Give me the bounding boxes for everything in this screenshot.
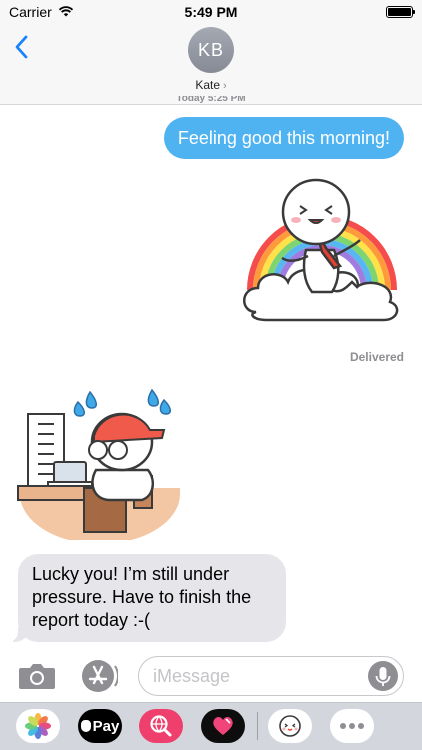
message-timestamp: Today 5:25 PM (176, 96, 246, 104)
photos-icon[interactable] (16, 709, 60, 743)
incoming-message-bubble[interactable]: Lucky you! I’m still under pressure. Hav… (8, 554, 286, 642)
delivery-status: Delivered (349, 350, 404, 364)
working-sticker[interactable] (14, 384, 186, 540)
drawer-divider (257, 712, 258, 740)
ellipsis-icon (340, 723, 364, 729)
sweat-drops-icon (73, 388, 171, 417)
contact-avatar[interactable]: KB (188, 27, 234, 73)
apple-pay-label: Pay (92, 717, 120, 735)
laptop-image (47, 461, 93, 487)
chevron-right-icon: › (223, 80, 227, 92)
status-time: 5:49 PM (184, 4, 238, 20)
photos-flower-icon (25, 713, 51, 739)
contact-name-button[interactable]: Kate › (0, 78, 422, 92)
conversation-header: KB Kate › (0, 24, 422, 105)
status-bar: Carrier 5:49 PM (0, 0, 422, 24)
contact-name: Kate (195, 78, 220, 92)
chevron-left-icon[interactable] (12, 34, 32, 60)
microphone-icon (375, 667, 391, 686)
digital-touch-heart-icon[interactable] (201, 709, 245, 743)
rainbow-sticker[interactable] (236, 170, 408, 330)
apple-pay-icon[interactable]: Pay (78, 709, 122, 743)
apple-logo-icon (80, 720, 91, 732)
message-input-bar (0, 650, 422, 702)
globe-search-icon (150, 715, 172, 737)
battery-icon (386, 6, 415, 18)
app-drawer: Pay (0, 702, 422, 750)
camera-icon[interactable] (18, 662, 56, 690)
sticker-pack-icon[interactable] (268, 709, 312, 743)
app-store-icon[interactable] (78, 658, 118, 694)
outgoing-message-bubble[interactable]: Feeling good this morning! (163, 117, 404, 159)
image-search-icon[interactable] (139, 709, 183, 743)
heart-icon (213, 717, 233, 735)
more-apps-icon[interactable] (330, 709, 374, 743)
messages-screen: Carrier 5:49 PM KB Kate › Today 5:25 PM F… (0, 0, 422, 750)
imessage-input[interactable] (153, 657, 363, 695)
microphone-button[interactable] (368, 661, 398, 691)
sticker-face-icon (279, 715, 301, 737)
imessage-field (138, 656, 404, 696)
